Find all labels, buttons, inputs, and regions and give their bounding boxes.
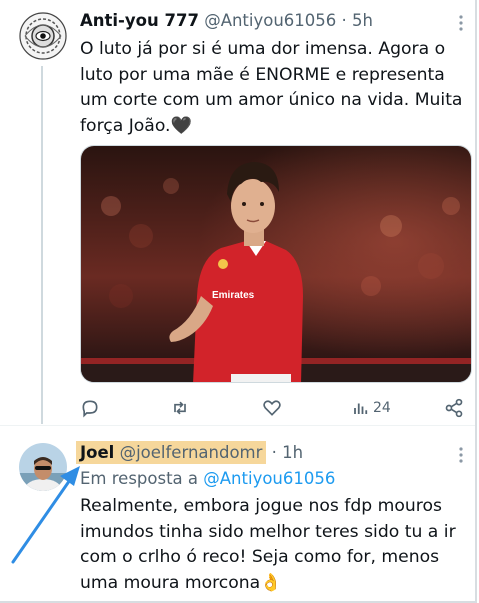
arrow-annotation-icon xyxy=(11,466,80,564)
